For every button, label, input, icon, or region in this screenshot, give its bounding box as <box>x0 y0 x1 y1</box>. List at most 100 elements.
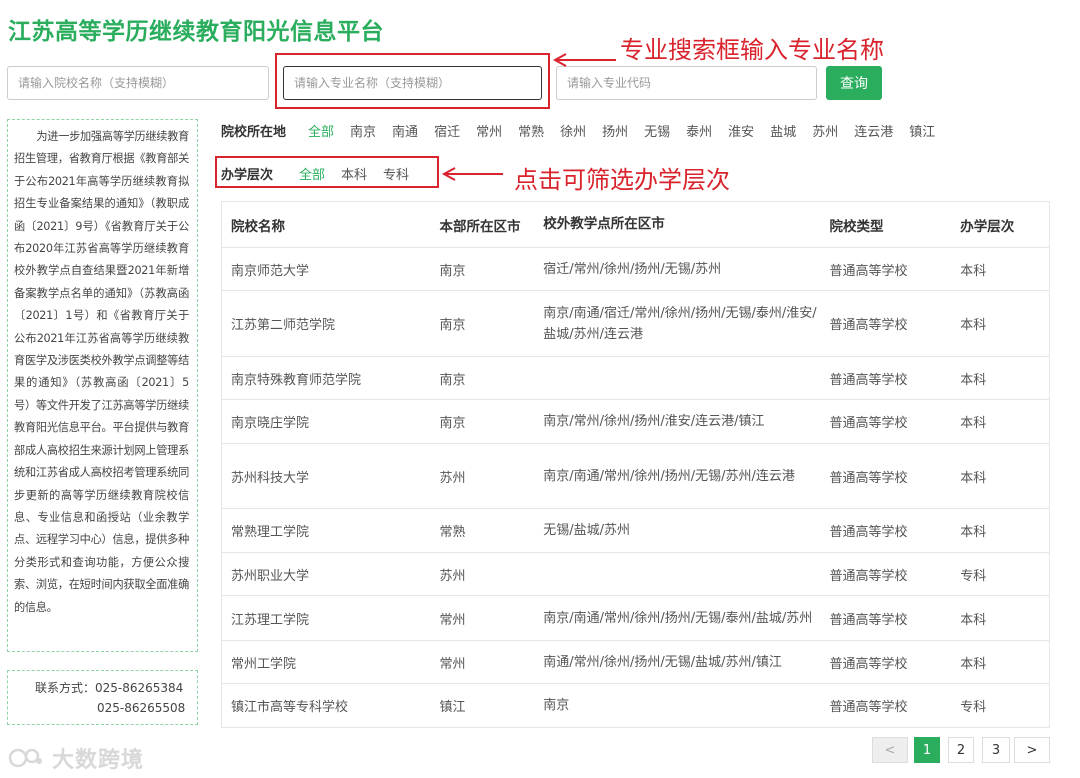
prev-page-button[interactable]: < <box>872 737 908 763</box>
cell-school-type: 普通高等学校 <box>829 372 908 388</box>
cell-hq-city: 常州 <box>439 656 466 672</box>
cell-level: 本科 <box>960 656 987 672</box>
cell-off-campus-cities: 南通/常州/徐州/扬州/无锡/盐城/苏州/镇江 <box>543 654 782 670</box>
cell-school-type: 普通高等学校 <box>829 318 908 333</box>
query-button[interactable]: 查询 <box>826 66 882 100</box>
cell-school-type: 普通高等学校 <box>829 656 908 672</box>
cell-school-type: 普通高等学校 <box>829 416 908 431</box>
cell-school-name: 南京晓庄学院 <box>231 416 310 431</box>
school-search-input[interactable] <box>7 66 269 100</box>
level-annotation-text: 点击可筛选办学层次 <box>514 166 730 194</box>
major-code-input[interactable] <box>556 66 817 100</box>
cell-level: 专科 <box>960 700 987 715</box>
table-row: 常熟理工学院 常熟 无锡/盐城/苏州 普通高等学校 本科 <box>222 509 1049 553</box>
cell-level: 本科 <box>960 470 987 486</box>
location-option-wuxi[interactable]: 无锡 <box>644 121 670 140</box>
cell-off-campus-cities: 南京/南通/宿迁/常州/徐州/扬州/无锡/泰州/淮安/盐城/苏州/连云港 <box>543 305 817 342</box>
header-off-campus-cities: 校外教学点所在区市 <box>543 216 665 232</box>
watermark: 大数跨境 <box>8 742 144 774</box>
header-hq-city: 本部所在区市 <box>439 218 521 235</box>
cell-school-name: 江苏第二师范学院 <box>231 318 336 333</box>
cell-off-campus-cities: 南京/南通/常州/徐州/扬州/无锡/泰州/盐城/苏州 <box>543 610 813 626</box>
cell-school-name: 苏州科技大学 <box>231 470 310 486</box>
cell-school-type: 普通高等学校 <box>829 263 908 279</box>
header-school-type: 院校类型 <box>829 218 884 235</box>
location-option-lianyungang[interactable]: 连云港 <box>854 121 893 140</box>
next-page-button[interactable]: > <box>1014 737 1050 763</box>
location-filter-label: 院校所在地 <box>221 124 287 140</box>
cell-level: 专科 <box>960 568 987 584</box>
intro-text: 为进一步加强高等学历继续教育招生管理，省教育厅根据《教育部关于公布2021年高等… <box>14 130 189 614</box>
cell-level: 本科 <box>960 263 987 279</box>
intro-panel: 为进一步加强高等学历继续教育招生管理，省教育厅根据《教育部关于公布2021年高等… <box>7 119 198 652</box>
cell-school-type: 普通高等学校 <box>829 525 908 540</box>
watermark-logo-icon <box>8 748 42 768</box>
cell-off-campus-cities: 南京 <box>543 698 570 713</box>
table-row: 南京晓庄学院 南京 南京/常州/徐州/扬州/淮安/连云港/镇江 普通高等学校 本… <box>222 400 1049 444</box>
cell-hq-city: 常州 <box>439 612 466 628</box>
location-option-changzhou[interactable]: 常州 <box>476 121 502 140</box>
table-row: 苏州科技大学 苏州 南京/南通/常州/徐州/扬州/无锡/苏州/连云港 普通高等学… <box>222 444 1049 509</box>
cell-school-name: 常州工学院 <box>231 656 297 672</box>
table-row: 南京师范大学 南京 宿迁/常州/徐州/扬州/无锡/苏州 普通高等学校 本科 <box>222 248 1049 291</box>
cell-level: 本科 <box>960 525 987 540</box>
search-annotation-box <box>275 53 550 109</box>
cell-off-campus-cities: 无锡/盐城/苏州 <box>543 523 630 538</box>
location-option-huaian[interactable]: 淮安 <box>728 121 754 140</box>
location-option-zhenjiang[interactable]: 镇江 <box>909 121 935 140</box>
cell-level: 本科 <box>960 372 987 388</box>
contact-panel: 联系方式：025-86265384 025-86265508 <box>7 670 198 725</box>
cell-school-name: 南京特殊教育师范学院 <box>231 372 362 388</box>
cell-hq-city: 南京 <box>439 372 466 388</box>
table-row: 江苏理工学院 常州 南京/南通/常州/徐州/扬州/无锡/泰州/盐城/苏州 普通高… <box>222 596 1049 641</box>
cell-school-type: 普通高等学校 <box>829 568 908 584</box>
location-option-yangzhou[interactable]: 扬州 <box>602 121 628 140</box>
location-option-taizhou[interactable]: 泰州 <box>686 121 712 140</box>
cell-off-campus-cities: 南京/南通/常州/徐州/扬州/无锡/苏州/连云港 <box>543 468 795 484</box>
cell-school-type: 普通高等学校 <box>829 612 908 628</box>
cell-off-campus-cities: 宿迁/常州/徐州/扬州/无锡/苏州 <box>543 261 722 277</box>
location-option-nantong[interactable]: 南通 <box>392 121 418 140</box>
location-option-suqian[interactable]: 宿迁 <box>434 121 460 140</box>
table-row: 常州工学院 常州 南通/常州/徐州/扬州/无锡/盐城/苏州/镇江 普通高等学校 … <box>222 641 1049 684</box>
cell-level: 本科 <box>960 318 987 333</box>
table-row: 镇江市高等专科学校 镇江 南京 普通高等学校 专科 <box>222 684 1049 727</box>
location-filter: 院校所在地 全部 南京 南通 宿迁 常州 常熟 徐州 扬州 无锡 泰州 淮安 盐… <box>221 119 951 141</box>
location-option-nanjing[interactable]: 南京 <box>350 121 376 140</box>
cell-hq-city: 南京 <box>439 318 466 333</box>
location-option-xuzhou[interactable]: 徐州 <box>560 121 586 140</box>
cell-off-campus-cities: 南京/常州/徐州/扬州/淮安/连云港/镇江 <box>543 414 765 429</box>
cell-hq-city: 苏州 <box>439 568 466 584</box>
cell-school-type: 普通高等学校 <box>829 700 908 715</box>
search-annotation-text: 专业搜索框输入专业名称 <box>620 36 884 64</box>
table-row: 南京特殊教育师范学院 南京 普通高等学校 本科 <box>222 357 1049 400</box>
location-option-yancheng[interactable]: 盐城 <box>770 121 796 140</box>
level-annotation-arrow <box>441 167 503 181</box>
location-option-suzhou[interactable]: 苏州 <box>812 121 838 140</box>
contact-phone-2: 025-86265508 <box>97 701 186 715</box>
cell-hq-city: 镇江 <box>439 700 466 715</box>
cell-hq-city: 南京 <box>439 263 466 279</box>
search-annotation-arrow <box>552 53 616 67</box>
school-table: 院校名称 本部所在区市 校外教学点所在区市 院校类型 办学层次 南京师范大学 南… <box>221 201 1050 728</box>
table-row: 江苏第二师范学院 南京 南京/南通/宿迁/常州/徐州/扬州/无锡/泰州/淮安/盐… <box>222 291 1049 357</box>
cell-school-name: 南京师范大学 <box>231 263 310 279</box>
cell-level: 本科 <box>960 416 987 431</box>
cell-hq-city: 常熟 <box>439 525 466 540</box>
table-row: 苏州职业大学 苏州 普通高等学校 专科 <box>222 553 1049 596</box>
cell-school-name: 江苏理工学院 <box>231 612 310 628</box>
cell-school-name: 常熟理工学院 <box>231 525 310 540</box>
page-1-button[interactable]: 1 <box>914 737 940 763</box>
table-header: 院校名称 本部所在区市 校外教学点所在区市 院校类型 办学层次 <box>222 202 1049 248</box>
location-option-all[interactable]: 全部 <box>308 121 334 140</box>
level-annotation-box <box>215 156 439 188</box>
contact-phone-1: 联系方式：025-86265384 <box>35 681 184 695</box>
page-3-button[interactable]: 3 <box>982 737 1010 763</box>
cell-level: 本科 <box>960 612 987 628</box>
header-level: 办学层次 <box>960 218 1015 235</box>
page-title: 江苏高等学历继续教育阳光信息平台 <box>8 19 384 45</box>
cell-school-name: 苏州职业大学 <box>231 568 310 584</box>
location-option-changshu[interactable]: 常熟 <box>518 121 544 140</box>
page-2-button[interactable]: 2 <box>948 737 974 763</box>
cell-school-type: 普通高等学校 <box>829 470 908 486</box>
